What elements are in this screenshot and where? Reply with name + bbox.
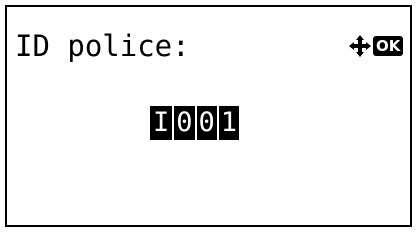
police-id-input[interactable]: I 0 0 1 bbox=[150, 106, 240, 140]
navigation-hint: OK bbox=[349, 35, 404, 57]
id-digit-1[interactable]: 0 bbox=[174, 106, 195, 140]
page-title: ID police: bbox=[15, 29, 190, 63]
four-way-arrow-icon bbox=[349, 35, 371, 57]
id-prefix-char[interactable]: I bbox=[150, 106, 173, 140]
id-digit-2[interactable]: 0 bbox=[196, 106, 217, 140]
id-digit-3[interactable]: 1 bbox=[218, 106, 240, 140]
lcd-panel: ID police: OK I 0 0 1 bbox=[5, 5, 412, 227]
ok-key-icon: OK bbox=[373, 36, 404, 56]
